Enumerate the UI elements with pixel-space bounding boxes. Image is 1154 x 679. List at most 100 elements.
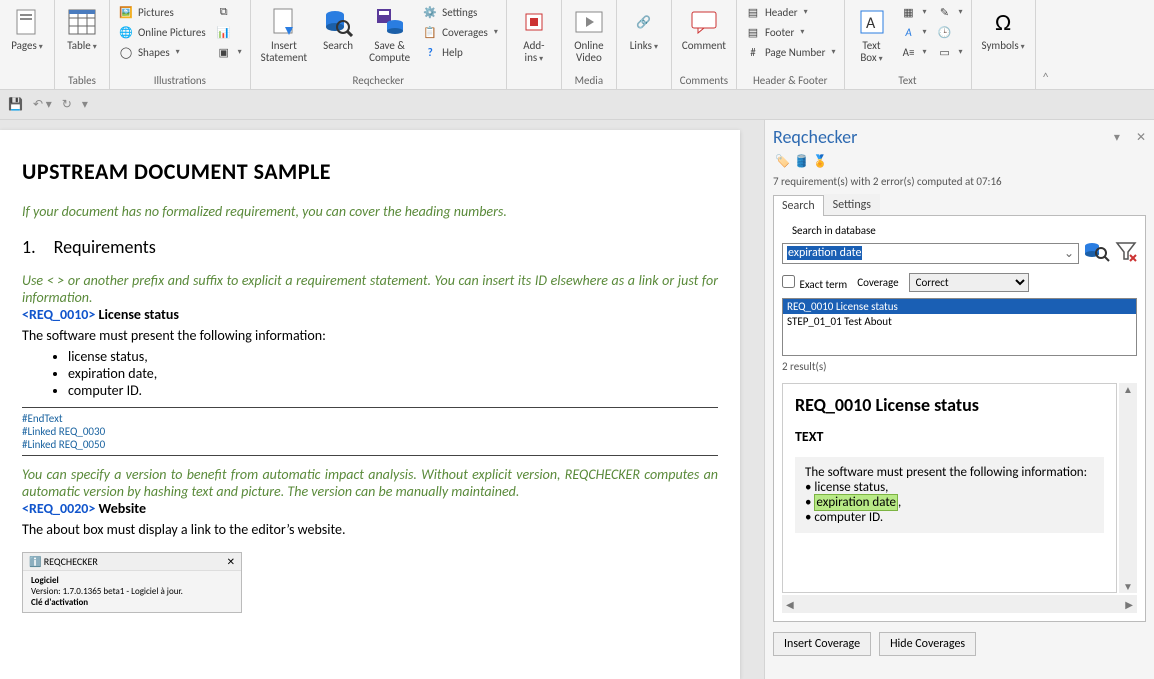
req-0010-bullets: license status, expiration date, compute… — [68, 348, 718, 399]
scroll-right-icon[interactable]: ▶ — [1125, 598, 1133, 611]
signature-button[interactable]: ✎▾ — [933, 2, 967, 22]
screenshot-button[interactable]: ▣▾ — [212, 42, 246, 62]
req-0010-tag: <REQ_0010> — [22, 306, 95, 323]
ribbon-search-button[interactable]: Search — [315, 2, 361, 68]
group-illustrations: 🖼️Pictures 🌐Online Pictures ◯Shapes▾ ⧉ 📊… — [110, 0, 251, 89]
redo-qat-button[interactable]: ↻ — [62, 97, 72, 112]
symbols-button[interactable]: Ω Symbols▾ — [976, 2, 1031, 56]
undo-qat-button[interactable]: ↶ ▾ — [33, 97, 52, 112]
insert-statement-icon — [268, 6, 300, 38]
datetime-button[interactable]: 🕒 — [933, 22, 967, 42]
group-comments-title: Comments — [676, 72, 732, 89]
hide-coverages-button[interactable]: Hide Coverages — [879, 632, 976, 656]
tag-icon[interactable]: 🏷️ — [775, 154, 790, 169]
pictures-button[interactable]: 🖼️Pictures — [114, 2, 210, 22]
bullet-2: expiration date, — [68, 365, 718, 382]
group-reqchecker: Insert Statement Search Save & Compute ⚙… — [251, 0, 507, 89]
detail-b1: • license status, — [805, 480, 1094, 495]
doc-prefix-note: Use < > or another prefix and suffix to … — [22, 272, 718, 306]
detail-content: REQ_0010 License status TEXT The softwar… — [782, 383, 1117, 593]
settings-button[interactable]: ⚙️ Settings — [418, 2, 502, 22]
settings-label: Settings — [442, 6, 477, 19]
group-links-title — [621, 72, 667, 89]
insert-coverage-button[interactable]: Insert Coverage — [773, 632, 871, 656]
chart-icon: 📊 — [216, 24, 232, 40]
panel-toolbar-icons: 🏷️ 🛢️ 🏅 — [775, 154, 1144, 169]
object-button[interactable]: ▭▾ — [933, 42, 967, 62]
req-0010-line: <REQ_0010> License status — [22, 306, 718, 323]
detail-pane: REQ_0010 License status TEXT The softwar… — [782, 383, 1137, 593]
result-row-2[interactable]: STEP_01_01 Test About — [783, 314, 1136, 329]
scroll-left-icon[interactable]: ◀ — [786, 598, 794, 611]
links-button[interactable]: 🔗 Links▾ — [621, 2, 667, 56]
result-row-1[interactable]: REQ_0010 License status — [783, 299, 1136, 314]
smartart-button[interactable]: ⧉ — [212, 2, 246, 22]
comment-label: Comment — [682, 40, 726, 52]
svg-text:A: A — [866, 14, 876, 33]
panel-close-icon[interactable]: ✕ — [1136, 131, 1146, 145]
exact-term-checkbox[interactable]: Exact term — [782, 275, 847, 291]
save-compute-button[interactable]: Save & Compute — [363, 2, 416, 68]
insert-statement-button[interactable]: Insert Statement — [255, 2, 313, 68]
ribbon-award-icon[interactable]: 🏅 — [813, 154, 828, 169]
dropcap-button[interactable]: A≡▾ — [897, 42, 931, 62]
search-input[interactable]: expiration date ⌄ — [782, 243, 1079, 264]
group-addins: Add- ins▾ — [507, 0, 562, 89]
req-0020-tag: <REQ_0020> — [22, 500, 95, 517]
header-button[interactable]: ▤Header▾ — [741, 2, 840, 22]
coverage-select[interactable]: Correct — [909, 273, 1029, 292]
clear-filter-button[interactable] — [1115, 240, 1137, 266]
pages-button[interactable]: Pages▾ — [4, 2, 50, 56]
db-icon[interactable]: 🛢️ — [794, 154, 809, 169]
addins-button[interactable]: Add- ins▾ — [511, 2, 557, 68]
tab-settings[interactable]: Settings — [824, 194, 880, 215]
panel-tabs: Search Settings — [773, 194, 1146, 216]
chart-button[interactable]: 📊 — [212, 22, 246, 42]
detail-intro: The software must present the following … — [805, 465, 1094, 480]
search-results-list[interactable]: REQ_0010 License status STEP_01_01 Test … — [782, 298, 1137, 356]
footer-button[interactable]: ▤Footer▾ — [741, 22, 840, 42]
online-video-button[interactable]: Online Video — [566, 2, 612, 68]
comment-button[interactable]: Comment — [676, 2, 732, 56]
shapes-button[interactable]: ◯Shapes▾ — [114, 42, 210, 62]
coverages-button[interactable]: 📋Coverages▾ — [418, 22, 502, 42]
qat-customize[interactable]: ▾ — [82, 97, 88, 112]
about-dialog: ℹ️ REQCHECKER✕ Logiciel Version: 1.7.0.1… — [22, 552, 242, 613]
scroll-up-icon[interactable]: ▲ — [1123, 383, 1133, 396]
footer-icon: ▤ — [745, 24, 761, 40]
addins-icon — [518, 6, 550, 38]
quick-access-toolbar: 💾 ↶ ▾ ↻ ▾ — [0, 90, 1154, 120]
online-pictures-button[interactable]: 🌐Online Pictures — [114, 22, 210, 42]
scroll-down-icon[interactable]: ▼ — [1123, 580, 1133, 593]
linked-2-tag: #Linked REQ_0050 — [22, 438, 718, 451]
pictures-icon: 🖼️ — [118, 4, 134, 20]
highlight-term: expiration date — [814, 494, 898, 511]
ribbon-collapse[interactable]: ^ — [1036, 0, 1056, 89]
execute-search-button[interactable] — [1083, 239, 1111, 267]
detail-vscrollbar[interactable]: ▲ ▼ — [1119, 383, 1137, 593]
text-box-label: Text Box — [860, 39, 880, 64]
gear-icon: ⚙️ — [422, 4, 438, 20]
ribbon: Pages▾ Pages Table▾ Tables 🖼️Pictures 🌐O… — [0, 0, 1154, 90]
save-qat-button[interactable]: 💾 — [8, 97, 23, 112]
table-icon — [66, 6, 98, 38]
req-0020-body: The about box must display a link to the… — [22, 521, 718, 538]
smartart-icon: ⧉ — [216, 4, 232, 20]
group-media: Online Video Media — [562, 0, 617, 89]
group-media-title: Media — [566, 72, 612, 89]
text-box-button[interactable]: A Text Box▾ — [849, 2, 895, 68]
panel-footer-buttons: Insert Coverage Hide Coverages — [773, 632, 1146, 656]
dropdown-icon[interactable]: ⌄ — [1064, 246, 1074, 261]
table-button[interactable]: Table▾ — [59, 2, 105, 56]
panel-menu-icon[interactable]: ▾ — [1114, 131, 1120, 145]
detail-hscrollbar[interactable]: ◀ ▶ — [782, 595, 1137, 613]
tab-search[interactable]: Search — [773, 195, 824, 216]
page-number-button[interactable]: #Page Number▾ — [741, 42, 840, 62]
wordart-button[interactable]: A▾ — [897, 22, 931, 42]
quickparts-button[interactable]: ▦▾ — [897, 2, 931, 22]
document-area[interactable]: UPSTREAM DOCUMENT SAMPLE If your documen… — [0, 120, 764, 679]
doc-separator-2 — [22, 455, 718, 456]
about-close-icon[interactable]: ✕ — [227, 555, 235, 568]
object-icon: ▭ — [937, 44, 953, 60]
help-button[interactable]: ?Help — [418, 42, 502, 62]
